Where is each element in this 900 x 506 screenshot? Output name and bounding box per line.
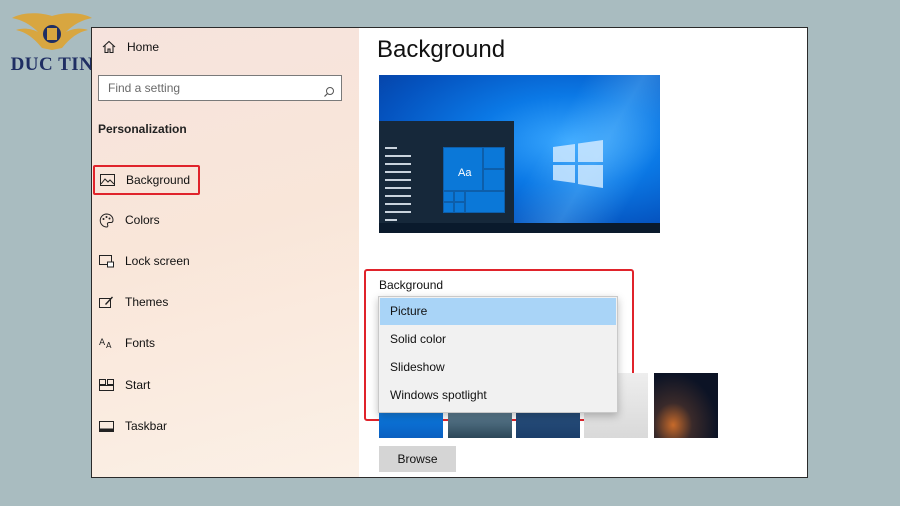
sidebar-item-label: Themes (125, 295, 169, 309)
sidebar-item-colors[interactable]: Colors (98, 207, 160, 233)
dropdown-option-solid-color[interactable]: Solid color (380, 326, 616, 353)
sidebar-item-label: Start (125, 378, 151, 392)
svg-text:A: A (99, 338, 106, 348)
desktop-preview: Aa (379, 75, 660, 233)
themes-icon (98, 294, 114, 310)
sidebar-item-start[interactable]: Start (98, 372, 150, 398)
recent-image-thumbnail[interactable] (654, 373, 718, 438)
page-title: Background (377, 36, 506, 63)
preview-taskbar (379, 223, 660, 233)
background-label: Background (379, 278, 444, 292)
sidebar-item-taskbar[interactable]: Taskbar (98, 413, 167, 439)
sidebar-item-label: Taskbar (125, 419, 168, 433)
lock-screen-icon (98, 253, 114, 269)
search-placeholder: Find a setting (108, 81, 181, 95)
logo: DUC TIN (10, 10, 94, 80)
dropdown-option-windows-spotlight[interactable]: Windows spotlight (380, 382, 616, 409)
sidebar-item-lock-screen[interactable]: Lock screen (98, 248, 190, 274)
taskbar-icon (98, 418, 114, 434)
dropdown-option-picture[interactable]: Picture (380, 298, 616, 325)
svg-text:A: A (106, 341, 112, 350)
picture-icon (99, 172, 115, 188)
start-icon (98, 377, 114, 393)
fonts-icon: AA (98, 335, 114, 351)
search-icon (323, 82, 335, 106)
palette-icon (98, 212, 114, 228)
sidebar: Home Find a setting Personalization Back… (92, 28, 359, 477)
home-label: Home (127, 40, 160, 54)
sidebar-item-fonts[interactable]: AA Fonts (98, 330, 156, 356)
home-link[interactable]: Home (100, 40, 159, 54)
section-title: Personalization (98, 122, 187, 136)
sidebar-item-label: Background (126, 173, 191, 187)
logo-wings-icon (12, 13, 92, 50)
logo-text: DUC TIN (10, 54, 94, 75)
preview-tile-text: Aa (458, 167, 472, 179)
sidebar-item-label: Fonts (125, 336, 156, 350)
sidebar-item-label: Colors (125, 213, 160, 227)
main-content: Background Aa Background Picture Solid c… (359, 28, 807, 477)
sidebar-item-themes[interactable]: Themes (98, 289, 168, 315)
settings-window: Home Find a setting Personalization Back… (91, 27, 808, 478)
home-icon (100, 40, 118, 54)
dropdown-option-slideshow[interactable]: Slideshow (380, 354, 616, 381)
start-menu-preview (379, 121, 514, 233)
background-type-dropdown[interactable]: Picture Solid color Slideshow Windows sp… (378, 296, 618, 413)
sidebar-item-label: Lock screen (125, 254, 190, 268)
windows-logo-icon (551, 137, 605, 196)
search-input[interactable]: Find a setting (98, 75, 342, 101)
sidebar-item-background[interactable]: Background (93, 165, 201, 195)
browse-button[interactable]: Browse (379, 446, 456, 472)
